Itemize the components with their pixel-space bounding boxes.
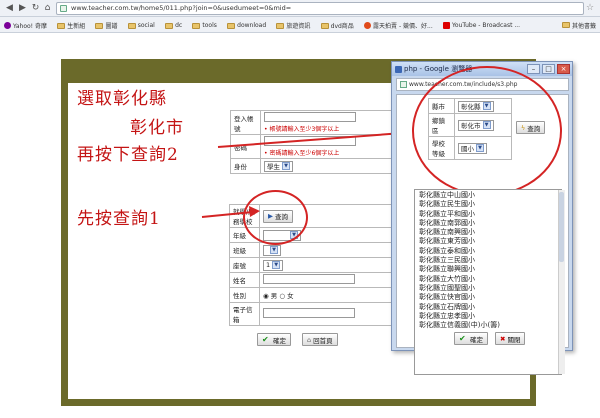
list-item[interactable]: 彰化縣立平和國小 [419,210,561,219]
list-item[interactable]: 彰化縣立民生國小 [419,200,561,209]
scroll-thumb[interactable] [559,192,564,262]
list-item[interactable]: 彰化縣立三民國小 [419,256,561,265]
close-icon[interactable]: × [557,64,570,74]
list-item[interactable]: 彰化縣立忠孝國小 [419,312,561,321]
list-item[interactable]: 彰化縣立大竹國小 [419,275,561,284]
list-item[interactable]: 彰化縣立國聖國小 [419,284,561,293]
list-item[interactable]: 彰化縣立信義國(中)小(籌) [419,321,561,330]
list-item[interactable]: 彰化縣立快官國小 [419,293,561,302]
close-icon: ✖ [500,334,506,343]
list-item[interactable]: 彰化縣立東芳國小 [419,237,561,246]
highlight-circle [412,66,562,196]
popup-confirm-button[interactable]: ✔ 確定 [454,332,488,345]
school-list[interactable]: 彰化縣立中山國小 彰化縣立民生國小 彰化縣立平和國小 彰化縣立南郭國小 彰化縣立… [414,189,562,375]
list-item[interactable]: 彰化縣立中山國小 [419,191,561,200]
popup-close-button[interactable]: ✖ 關閉 [495,332,526,345]
browser-icon [395,66,402,73]
list-item[interactable]: 彰化縣立南郭國小 [419,219,561,228]
maximize-icon[interactable]: □ [542,64,555,74]
minimize-icon[interactable]: – [527,64,540,74]
check-icon: ✔ [459,333,466,343]
list-item[interactable]: 彰化縣立泰和國小 [419,247,561,256]
list-item[interactable]: 彰化縣立石牌國小 [419,303,561,312]
window-controls: – □ × [527,64,570,74]
page-icon [400,81,407,88]
popup-window: php - Google 瀏覽器 – □ × www.teacher.com.t… [391,61,573,375]
list-item[interactable]: 彰化縣立聯興國小 [419,265,561,274]
